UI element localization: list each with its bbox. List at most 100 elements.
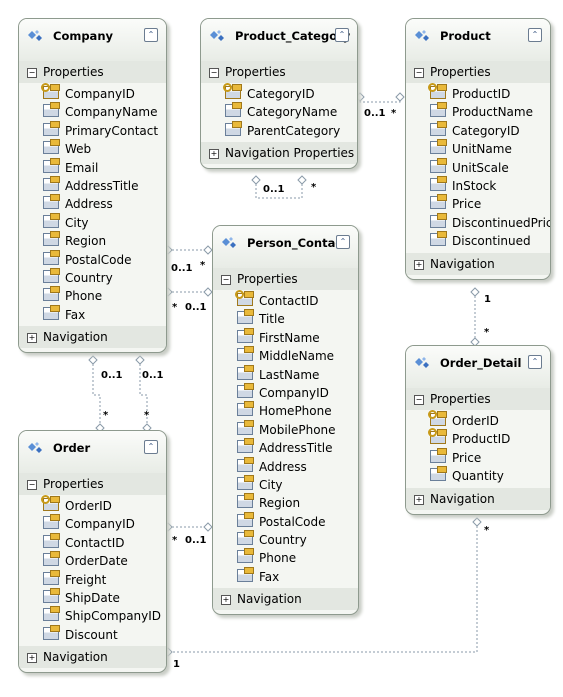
property-row[interactable]: Region bbox=[19, 231, 166, 250]
navigation-section-header[interactable]: +Navigation Properties bbox=[406, 487, 550, 514]
property-row[interactable]: DiscontinuedPrice bbox=[406, 212, 550, 232]
property-row[interactable]: ParentCategory bbox=[201, 120, 357, 140]
association-end-handle[interactable] bbox=[203, 287, 213, 297]
navigation-section-header[interactable]: +Navigation Properties bbox=[201, 142, 357, 165]
collapse-icon[interactable]: ⌃ bbox=[144, 440, 158, 454]
property-row[interactable]: MiddleName bbox=[213, 346, 358, 365]
property-row[interactable]: Price bbox=[406, 194, 550, 213]
property-row[interactable]: Country bbox=[213, 530, 358, 549]
property-row[interactable]: Title bbox=[213, 309, 358, 328]
property-row[interactable]: Email bbox=[19, 157, 166, 177]
collapse-icon[interactable]: ⌃ bbox=[336, 235, 350, 249]
association-end-handle[interactable] bbox=[251, 175, 261, 185]
collapse-icon[interactable]: ⌃ bbox=[335, 28, 349, 42]
plus-icon[interactable]: + bbox=[27, 653, 37, 664]
minus-icon[interactable]: − bbox=[414, 395, 424, 405]
property-row[interactable]: CompanyID bbox=[213, 382, 358, 402]
property-row[interactable]: CategoryID bbox=[406, 120, 550, 140]
property-row[interactable]: Price bbox=[406, 447, 550, 467]
property-row[interactable]: CategoryID bbox=[201, 83, 357, 103]
property-row[interactable]: CompanyID bbox=[19, 83, 166, 103]
property-row[interactable]: PostalCode bbox=[213, 511, 358, 531]
property-row[interactable]: Phone bbox=[213, 548, 358, 567]
property-row[interactable]: UnitName bbox=[406, 139, 550, 158]
association-end-handle[interactable] bbox=[470, 287, 480, 297]
association-end-handle[interactable] bbox=[135, 355, 145, 365]
navigation-section-header[interactable]: +Navigation Properties bbox=[406, 252, 550, 279]
properties-section-header[interactable]: − Properties bbox=[406, 388, 550, 410]
minus-icon[interactable]: − bbox=[221, 275, 231, 285]
property-row[interactable]: OrderID bbox=[19, 495, 166, 515]
entity-product-category[interactable]: Product_Category ⌃ − Properties CategoryID Ca… bbox=[200, 18, 358, 170]
association-end-handle[interactable] bbox=[203, 522, 213, 532]
plus-icon[interactable]: + bbox=[414, 494, 424, 505]
properties-section-header[interactable]: − Properties bbox=[201, 61, 357, 83]
property-row[interactable]: City bbox=[213, 474, 358, 494]
property-row[interactable]: InStock bbox=[406, 175, 550, 195]
property-row[interactable]: Discontinued bbox=[406, 231, 550, 250]
property-row[interactable]: Fax bbox=[213, 566, 358, 586]
association-end-handle[interactable] bbox=[472, 517, 482, 527]
minus-icon[interactable]: − bbox=[27, 480, 37, 490]
properties-section-header[interactable]: − Properties bbox=[213, 268, 358, 290]
property-row[interactable]: ProductID bbox=[406, 428, 550, 448]
property-row[interactable]: ProductID bbox=[406, 83, 550, 103]
association-end-handle[interactable] bbox=[203, 245, 213, 255]
association-end-handle[interactable] bbox=[88, 355, 98, 365]
property-row[interactable]: ProductName bbox=[406, 102, 550, 121]
property-row[interactable]: LastName bbox=[213, 364, 358, 384]
association-end-handle[interactable] bbox=[395, 92, 405, 102]
property-row[interactable]: CategoryName bbox=[201, 102, 357, 121]
entity-company[interactable]: Company ⌃ − Properties CompanyID CompanyName P… bbox=[18, 18, 167, 354]
plus-icon[interactable]: + bbox=[414, 259, 424, 270]
property-row[interactable]: FirstName bbox=[213, 327, 358, 347]
property-row[interactable]: AddressTitle bbox=[19, 175, 166, 195]
property-row[interactable]: Address bbox=[19, 194, 166, 213]
minus-icon[interactable]: − bbox=[209, 68, 219, 78]
property-row[interactable]: HomePhone bbox=[213, 401, 358, 420]
property-row[interactable]: ContactID bbox=[213, 290, 358, 310]
property-row[interactable]: OrderID bbox=[406, 410, 550, 430]
minus-icon[interactable]: − bbox=[27, 68, 37, 78]
navigation-section-header[interactable]: +Navigation Properties bbox=[19, 326, 166, 352]
association-category-product[interactable] bbox=[359, 97, 401, 103]
property-row[interactable]: Quantity bbox=[406, 466, 550, 485]
entity-order-detail[interactable]: Order_Detail ⌃ − Properties OrderID ProductID… bbox=[405, 345, 551, 515]
property-row[interactable]: Web bbox=[19, 139, 166, 158]
entity-person-contact[interactable]: Person_Contact ⌃ − Properties ContactID Title… bbox=[212, 225, 359, 616]
plus-icon[interactable]: + bbox=[209, 149, 219, 160]
minus-icon[interactable]: − bbox=[414, 68, 424, 78]
navigation-section-header[interactable]: +Navigation Properties bbox=[213, 588, 358, 614]
plus-icon[interactable]: + bbox=[27, 333, 37, 344]
property-row[interactable]: PostalCode bbox=[19, 249, 166, 269]
property-row[interactable]: Country bbox=[19, 267, 166, 287]
property-row[interactable]: ShipDate bbox=[19, 587, 166, 607]
collapse-icon[interactable]: ⌃ bbox=[144, 28, 158, 42]
association-company-order-1[interactable] bbox=[92, 360, 101, 428]
properties-section-header[interactable]: − Properties bbox=[19, 473, 166, 495]
property-row[interactable]: PrimaryContact bbox=[19, 120, 166, 140]
property-row[interactable]: Phone bbox=[19, 286, 166, 305]
property-row[interactable]: Address bbox=[213, 456, 358, 476]
association-end-handle[interactable] bbox=[297, 175, 307, 185]
properties-section-header[interactable]: − Properties bbox=[406, 61, 550, 83]
property-row[interactable]: AddressTitle bbox=[213, 438, 358, 457]
entity-product[interactable]: Product ⌃ − Properties ProductID ProductName C… bbox=[405, 18, 551, 280]
navigation-section-header[interactable]: +Navigation Properties bbox=[19, 646, 166, 672]
property-row[interactable]: UnitScale bbox=[406, 157, 550, 177]
property-row[interactable]: Region bbox=[213, 493, 358, 512]
property-row[interactable]: OrderDate bbox=[19, 551, 166, 570]
properties-section-header[interactable]: − Properties bbox=[19, 61, 166, 83]
property-row[interactable]: MobilePhone bbox=[213, 419, 358, 439]
property-row[interactable]: ContactID bbox=[19, 532, 166, 552]
property-row[interactable]: CompanyName bbox=[19, 102, 166, 121]
property-row[interactable]: Discount bbox=[19, 624, 166, 644]
property-row[interactable]: Freight bbox=[19, 569, 166, 589]
entity-order[interactable]: Order ⌃ − Properties OrderID CompanyID Contact… bbox=[18, 430, 167, 674]
collapse-icon[interactable]: ⌃ bbox=[528, 355, 542, 369]
property-row[interactable]: ShipCompanyID bbox=[19, 606, 166, 625]
property-row[interactable]: CompanyID bbox=[19, 514, 166, 533]
property-row[interactable]: Fax bbox=[19, 304, 166, 324]
property-row[interactable]: City bbox=[19, 212, 166, 232]
plus-icon[interactable]: + bbox=[221, 595, 231, 606]
